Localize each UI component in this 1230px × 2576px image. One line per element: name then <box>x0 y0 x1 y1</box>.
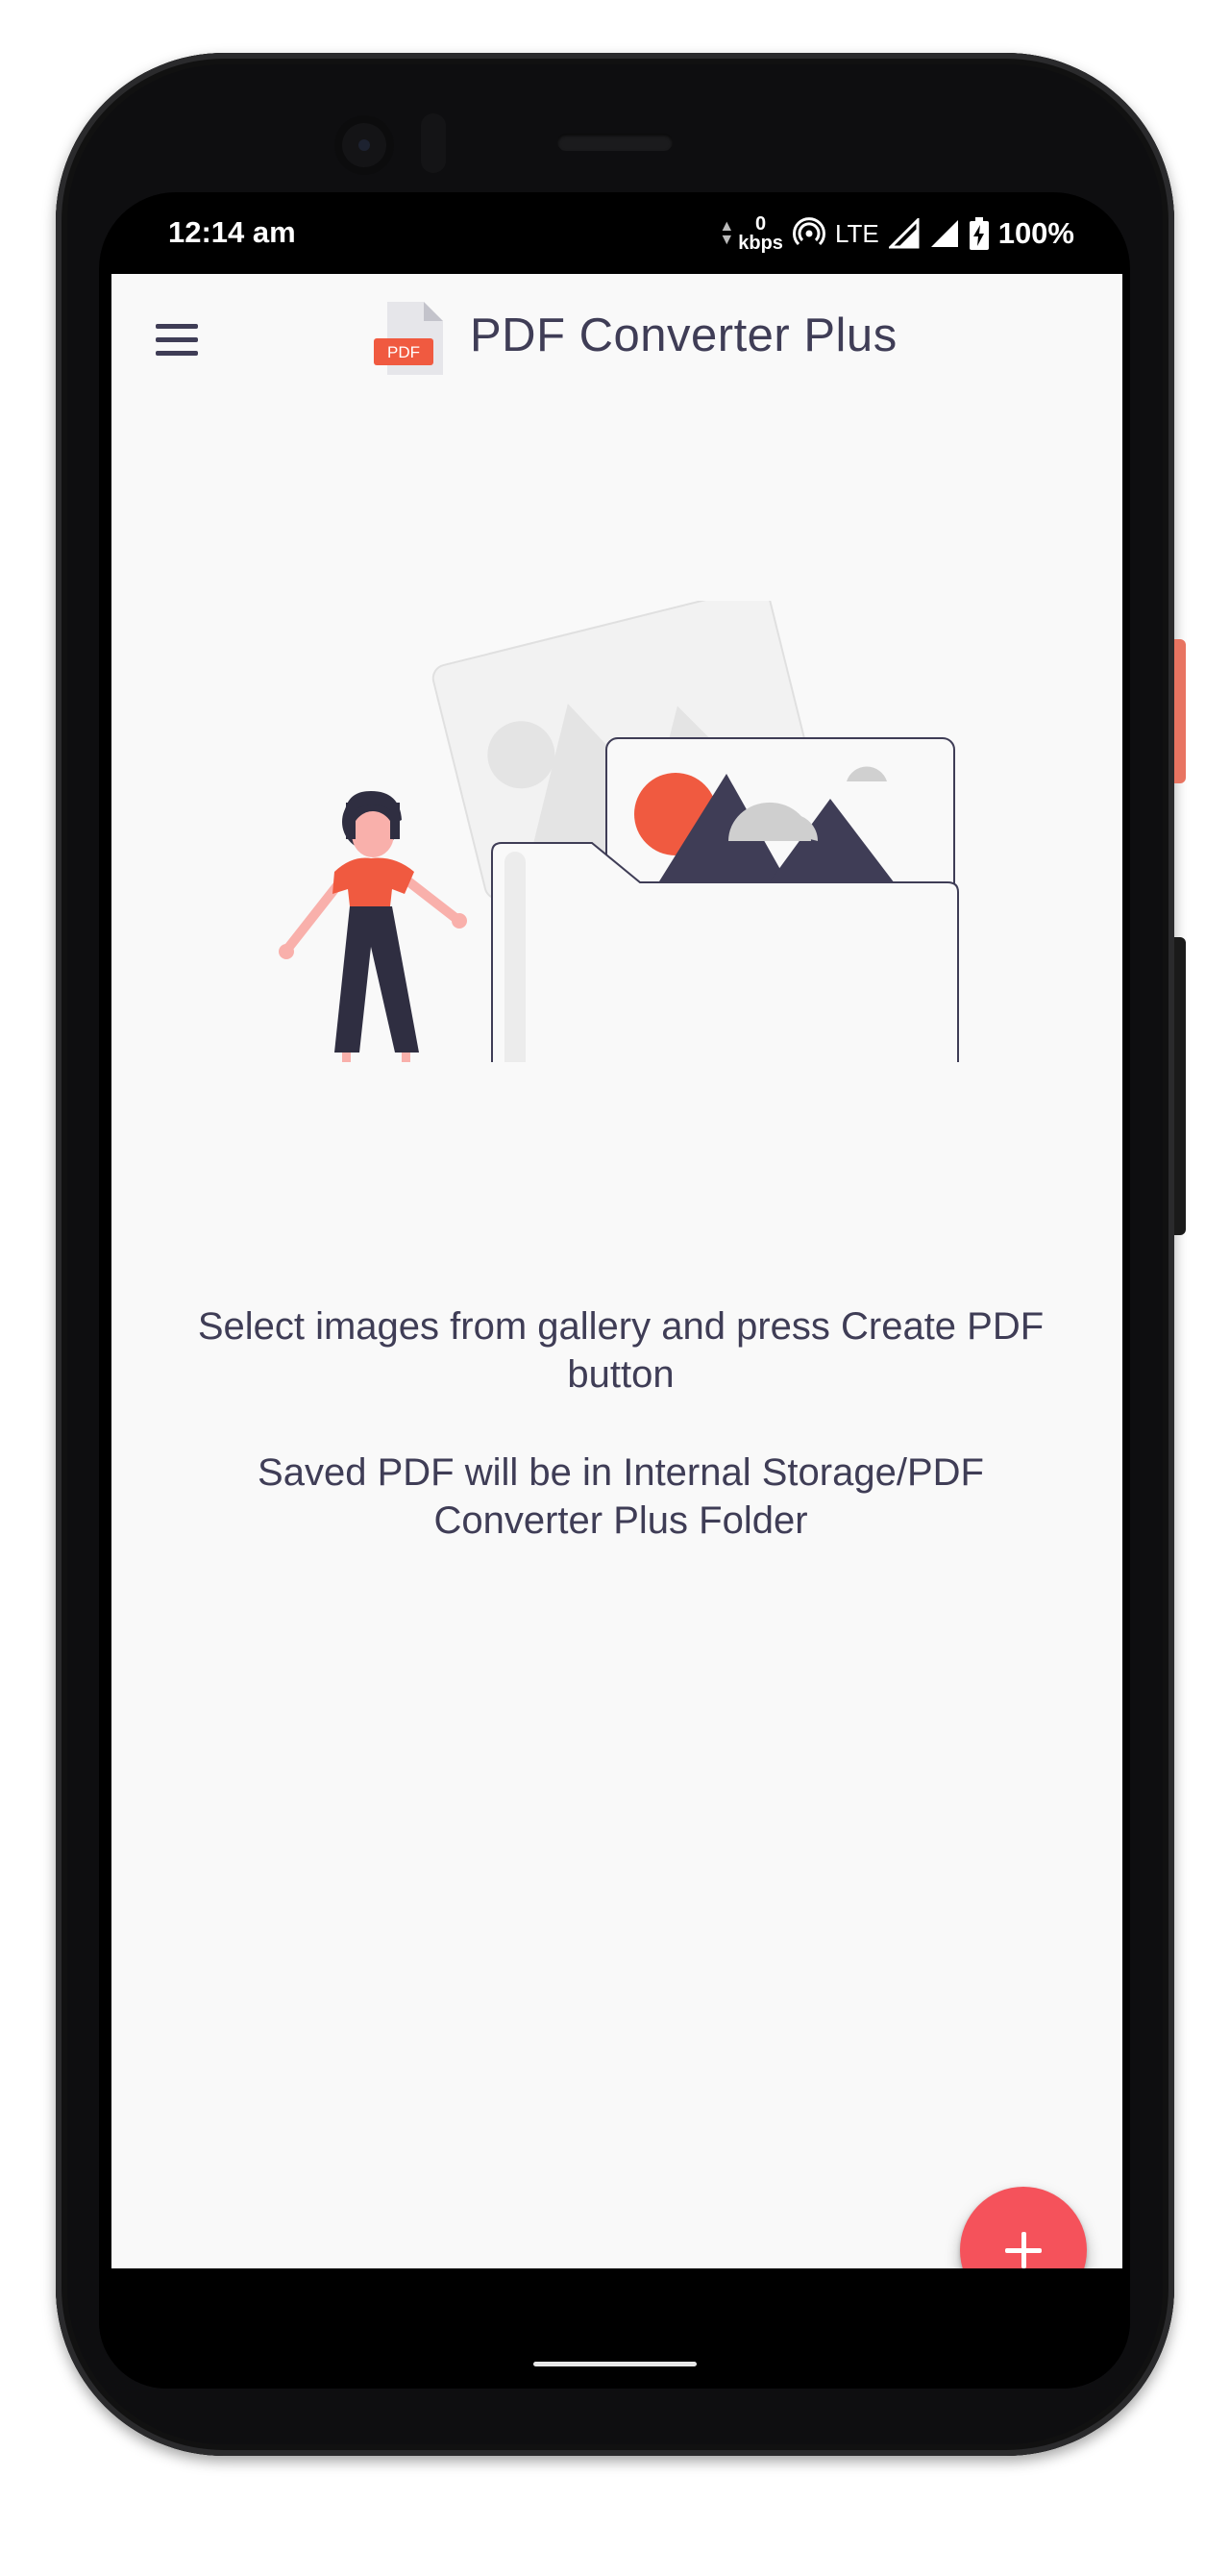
volume-button <box>1174 937 1186 1235</box>
data-speed: ▲ ▼ 0 kbps <box>719 214 783 253</box>
earpiece <box>557 134 673 151</box>
battery-charging-icon <box>969 217 989 250</box>
signal-icon <box>930 220 958 247</box>
app-content: PDF PDF Converter Plus Select images fro… <box>111 274 1122 2350</box>
network-type: LTE <box>834 218 879 248</box>
hotspot-icon <box>792 217 825 246</box>
proximity-sensor <box>421 113 446 173</box>
power-button <box>1174 639 1186 783</box>
status-icons: ▲ ▼ 0 kbps LTE 100% <box>719 211 1074 256</box>
empty-folder-illustration <box>279 601 959 1062</box>
menu-button[interactable] <box>148 310 206 368</box>
status-time: 12:14 am <box>168 215 296 249</box>
app-title: PDF Converter Plus <box>470 310 898 361</box>
data-speed-unit: kbps <box>738 233 783 254</box>
instruction-text: Select images from gallery and press Cre… <box>197 1305 1045 1396</box>
front-camera <box>334 115 394 175</box>
status-bar: 12:14 am ▲ ▼ 0 kbps LTE 100% <box>99 192 1130 274</box>
home-gesture-indicator[interactable] <box>533 2362 697 2366</box>
logo-label: PDF <box>387 343 420 361</box>
signal-icon <box>888 218 920 249</box>
data-speed-value: 0 <box>755 213 767 235</box>
pdf-file-icon: PDF <box>374 302 443 375</box>
save-location-text: Saved PDF will be in Internal Storage/PD… <box>258 1451 984 1542</box>
data-arrows-icon: ▲ ▼ <box>719 218 735 248</box>
battery-percentage: 100% <box>997 216 1074 250</box>
menu-icon <box>156 324 198 329</box>
navigation-bar <box>99 2268 1130 2389</box>
screen: 12:14 am ▲ ▼ 0 kbps LTE 100% PDF PDF Con… <box>99 192 1130 2389</box>
